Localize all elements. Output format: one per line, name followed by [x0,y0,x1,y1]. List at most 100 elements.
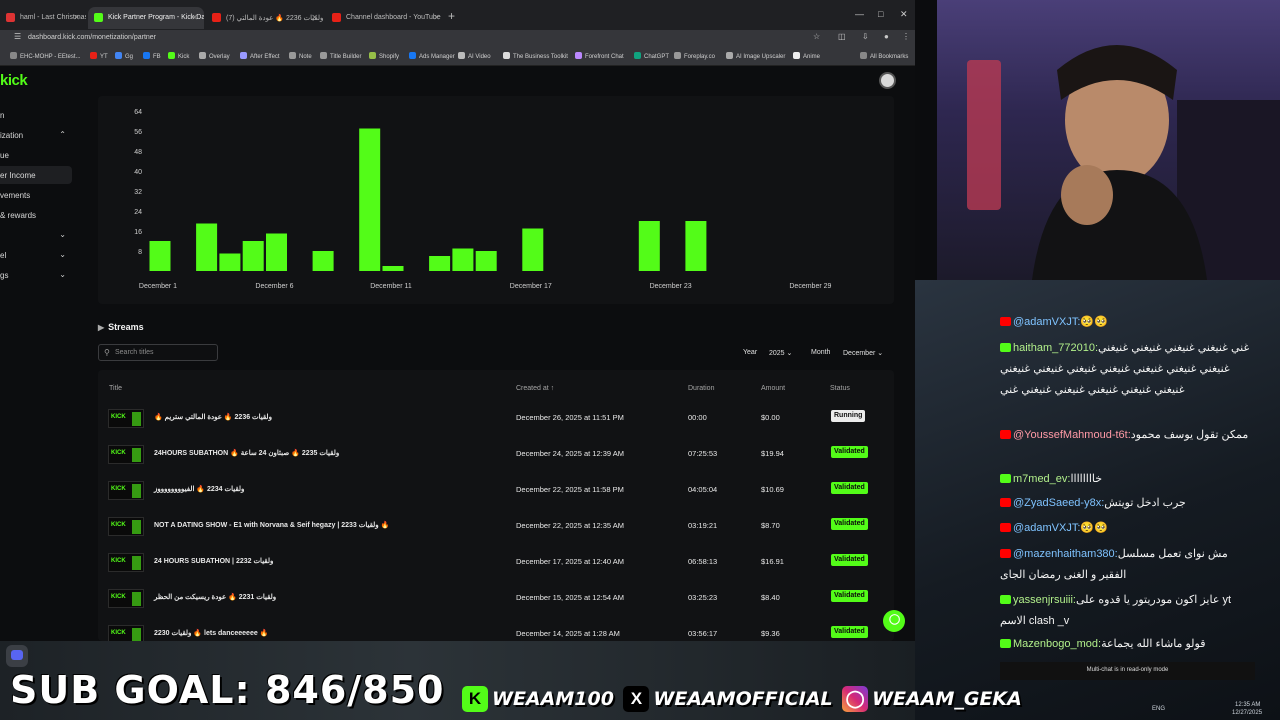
income-bar[interactable] [685,221,707,271]
extensions-icon[interactable]: ◫ [838,32,846,41]
income-bar[interactable] [196,223,218,272]
stream-thumbnail: KICK [108,625,144,641]
stream-row[interactable]: KICK 24 HOURS SUBATHON | 2232 ولقيات Decem… [98,545,894,581]
browser-tab[interactable]: Kick Partner Program - Kick Da ✕ [88,7,204,29]
user-avatar[interactable] [879,72,896,89]
sidebar-item[interactable]: el ⌄ [0,246,72,264]
income-bar[interactable] [429,256,451,271]
stream-amount: $8.40 [761,593,780,602]
bookmark-item[interactable]: After Effect [240,52,280,60]
income-bar[interactable] [266,233,287,272]
stream-title[interactable]: ولقيات 2231 🔥 عودة ريسيكت من الحظر [154,593,276,601]
stream-row[interactable]: KICK NOT A DATING SHOW - E1 with Norvana … [98,509,894,545]
income-bar[interactable] [219,253,241,272]
stream-title[interactable]: 🔥 ولقيات 2236 🔥 عودة المالتي ستريم [154,413,272,421]
bookmark-item[interactable]: The Business Toolkit [503,52,568,60]
income-bar[interactable] [312,251,334,271]
star-icon[interactable]: ☆ [813,32,820,41]
sidebar-item[interactable]: ⌄ [0,226,72,244]
bookmark-item[interactable]: Gg [115,52,133,60]
site-info-icon[interactable]: ☰ [14,32,21,41]
column-status[interactable]: Status [830,385,850,392]
bookmark-item[interactable]: Shopify [369,52,399,60]
stream-title[interactable]: 24 HOURS SUBATHON | 2232 ولقيات [154,557,273,565]
bookmark-item[interactable]: Anime [793,52,820,60]
close-tab-icon[interactable]: ✕ [311,13,318,22]
column-duration[interactable]: Duration [688,385,714,392]
search-icon: ⚲ [104,348,110,357]
stream-row[interactable]: KICK 2230 ولقيات 🔥 lets danceeeeee 🔥 Decem… [98,617,894,641]
clock-time[interactable]: 12:35 AM [1235,702,1260,708]
close-tab-icon[interactable]: ✕ [73,13,80,22]
income-bar[interactable] [382,266,404,271]
bookmark-item[interactable]: Forefront Chat [575,52,624,60]
profile-icon[interactable]: ● [884,32,889,41]
menu-dots-icon[interactable]: ⋮ [902,32,910,41]
stream-row[interactable]: KICK 🔥 ولقيات 2236 🔥 عودة المالتي ستريم De… [98,401,894,437]
income-bar[interactable] [359,128,381,272]
language-indicator[interactable]: ENG [1152,706,1165,712]
bookmark-item[interactable]: YT [90,52,108,60]
column-title[interactable]: Title [109,385,122,392]
bookmark-item[interactable]: All Bookmarks [860,52,908,60]
bookmark-item[interactable]: ChatGPT [634,52,669,60]
bookmark-item[interactable]: Note [289,52,312,60]
browser-tab[interactable]: haml - Last Christmas By✕ [0,7,86,29]
income-bar[interactable] [522,228,544,272]
bookmark-item[interactable]: Title Builder [320,52,361,60]
bookmark-favicon-icon [409,52,416,59]
bookmark-item[interactable]: FB [143,52,161,60]
stream-title[interactable]: NOT A DATING SHOW - E1 with Norvana & Se… [154,521,389,529]
browser-tab[interactable]: Channel dashboard - YouTube ✕ [326,7,446,29]
income-bar[interactable] [475,251,497,271]
streams-icon: ▶ [98,323,105,332]
sidebar-item[interactable]: gs ⌄ [0,266,72,284]
sidebar-item-label: gs [0,271,9,280]
stream-row[interactable]: KICK ولقيات 2231 🔥 عودة ريسيكت من الحظر De… [98,581,894,617]
stream-row[interactable]: KICK 24HOURS SUBATHON 🔥 ولقيات 2235 🔥 صبث… [98,437,894,473]
column-amount[interactable]: Amount [761,385,785,392]
month-select[interactable]: December ⌄ [843,349,883,357]
sidebar-item[interactable]: ization ⌃ [0,126,72,144]
sidebar: n ization ⌃ ue er Income vements & rewards ⌄ el ⌄… [0,66,74,641]
bookmark-item[interactable]: Ads Manager [409,52,455,60]
income-bar[interactable] [452,248,474,272]
column-created-at[interactable]: Created at ↑ [516,385,554,392]
minimize-icon[interactable]: — [855,9,864,19]
browser-tab[interactable]: (7) ولقيات 2236 🔥 عودة المالتي ✕ [206,7,324,29]
bookmark-item[interactable]: EHC-MOHP - EEtest... [10,52,81,60]
stream-title[interactable]: ولقيات 2234 🔥 الفيووووووووز [154,485,244,493]
stream-title[interactable]: 2230 ولقيات 🔥 lets danceeeeee 🔥 [154,629,268,637]
stream-row[interactable]: KICK ولقيات 2234 🔥 الفيووووووووز December … [98,473,894,509]
sidebar-item[interactable]: er Income [0,166,72,184]
tab-label: Kick Partner Program - Kick Da [108,14,204,21]
income-bar[interactable] [149,241,171,271]
tab-favicon-icon [212,13,221,22]
url-field[interactable]: dashboard.kick.com/monetization/partner [28,32,808,44]
bookmark-label: Anime [803,54,821,60]
search-titles-input[interactable]: ⚲ Search titles [98,344,218,361]
close-tab-icon[interactable]: ✕ [433,13,440,22]
maximize-icon[interactable]: □ [878,9,883,19]
sidebar-item[interactable]: vements [0,186,72,204]
bookmark-label: Shopify [379,54,400,60]
bookmark-item[interactable]: Kick [168,52,189,60]
download-icon[interactable]: ⇩ [862,32,869,41]
stream-title[interactable]: 24HOURS SUBATHON 🔥 ولقيات 2235 🔥 صبثاون … [154,449,339,457]
sidebar-item[interactable]: ue [0,146,72,164]
sidebar-item[interactable]: & rewards [0,206,72,224]
income-bar[interactable] [638,221,660,271]
income-bar[interactable] [242,241,264,271]
bookmark-item[interactable]: AI Image Upscaler [726,52,785,60]
year-select[interactable]: 2025 ⌄ [769,349,792,357]
new-tab-button[interactable]: + [448,9,455,23]
clock-date[interactable]: 12/27/2025 [1232,710,1262,716]
help-button[interactable]: ◯ [883,610,905,632]
bookmark-favicon-icon [143,52,150,59]
sidebar-item[interactable]: n [0,106,72,124]
bookmark-item[interactable]: AI Video [458,52,491,60]
close-tab-icon[interactable]: ✕ [191,13,198,22]
close-window-icon[interactable]: ✕ [900,9,908,20]
bookmark-item[interactable]: Foreplay.co [674,52,715,60]
bookmark-item[interactable]: Overlay [199,52,230,60]
